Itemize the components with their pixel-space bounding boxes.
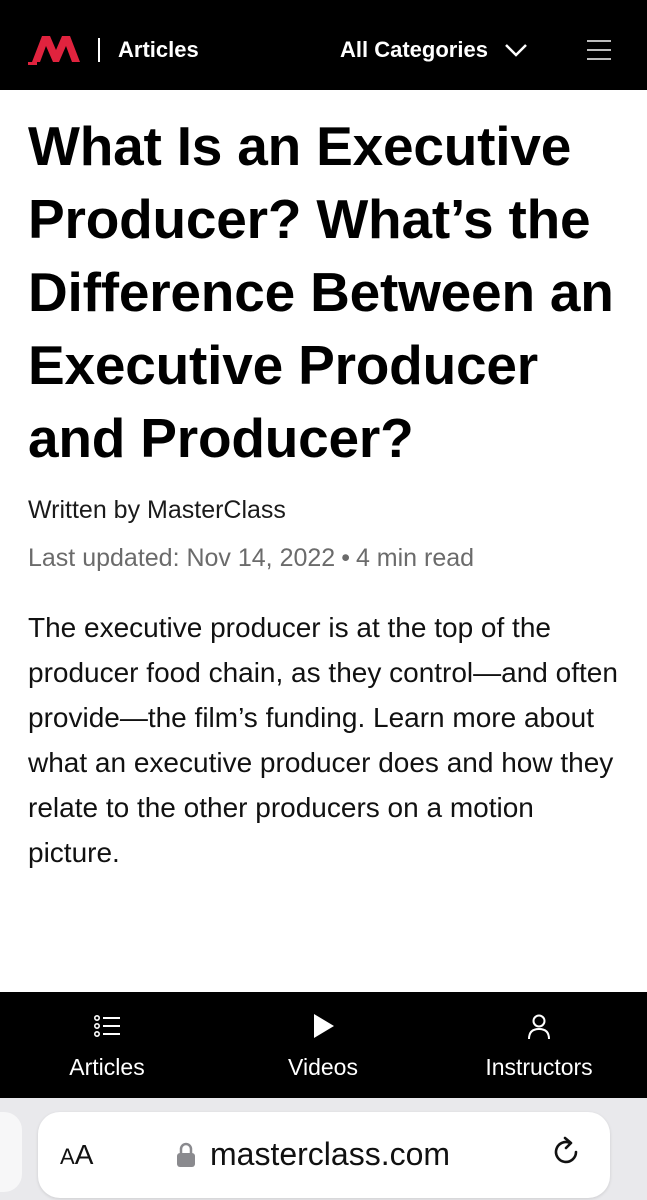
person-icon: [528, 1014, 550, 1040]
article-meta: Last updated: Nov 14, 2022 • 4 min read: [28, 543, 623, 573]
hamburger-menu-icon[interactable]: [587, 38, 611, 62]
bottom-nav: Articles Videos Instructors: [0, 992, 647, 1098]
lock-icon: [177, 1142, 195, 1167]
all-categories-button[interactable]: All Categories: [340, 32, 528, 68]
all-categories-label: All Categories: [340, 37, 488, 62]
text-size-large-a: A: [74, 1139, 94, 1170]
meta-separator: •: [341, 544, 350, 572]
nav-label-videos: Videos: [288, 1054, 358, 1080]
header-section-link[interactable]: Articles: [118, 35, 199, 65]
masterclass-logo-icon[interactable]: [28, 32, 84, 68]
nav-label-instructors: Instructors: [485, 1054, 593, 1080]
previous-tab-peek[interactable]: [0, 1112, 22, 1192]
text-size-button[interactable]: AA: [60, 1140, 93, 1172]
nav-item-articles[interactable]: Articles: [17, 992, 197, 1098]
top-header: Articles All Categories: [0, 0, 647, 90]
address-bar[interactable]: AA masterclass.com: [38, 1112, 610, 1198]
list-icon: [93, 1014, 120, 1037]
header-divider: [98, 38, 100, 62]
article: What Is an Executive Producer? What’s th…: [28, 110, 623, 903]
text-size-small-a: A: [60, 1144, 75, 1169]
read-time: 4 min read: [355, 544, 475, 572]
play-icon: [314, 1014, 334, 1038]
chevron-down-icon: [505, 44, 527, 57]
nav-item-videos[interactable]: Videos: [233, 992, 413, 1098]
article-title: What Is an Executive Producer? What’s th…: [28, 115, 614, 469]
reload-icon[interactable]: [548, 1134, 584, 1170]
article-summary: The executive producer is at the top of …: [28, 612, 618, 868]
last-updated: Last updated: Nov 14, 2022: [28, 544, 336, 572]
article-byline: Written by MasterClass: [28, 496, 286, 524]
url-text[interactable]: masterclass.com: [210, 1134, 450, 1174]
nav-label-articles: Articles: [69, 1054, 145, 1080]
nav-item-instructors[interactable]: Instructors: [449, 992, 629, 1098]
browser-toolbar: AA masterclass.com: [0, 1098, 647, 1200]
